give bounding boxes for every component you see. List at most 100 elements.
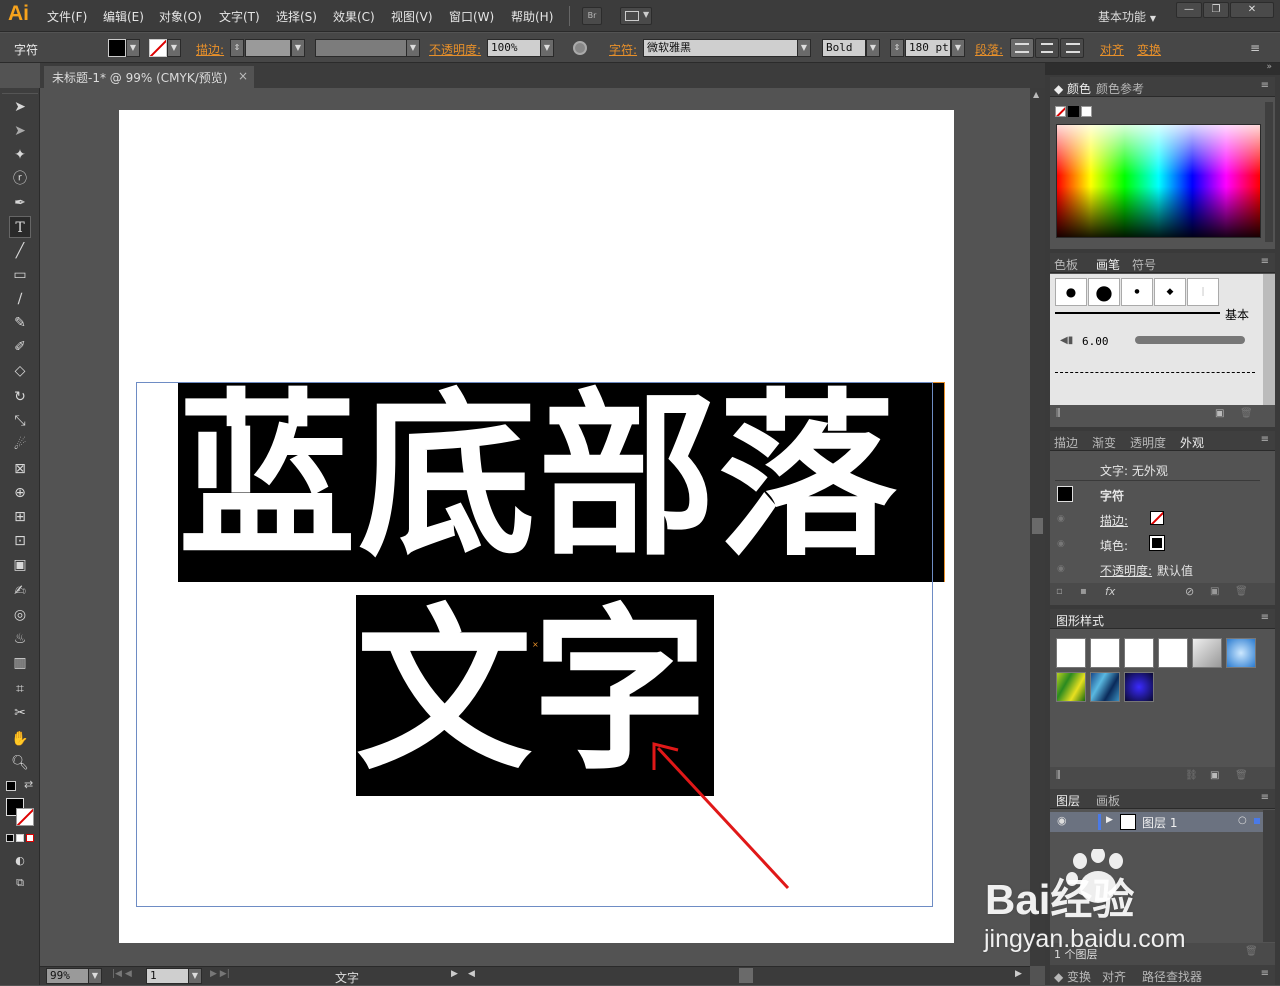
type-tool-icon[interactable]: T <box>9 216 31 238</box>
menu-window[interactable]: 窗口(W) <box>449 8 494 25</box>
close-tab-icon[interactable]: × <box>238 69 248 83</box>
panel-menu-icon[interactable]: ≡ <box>1261 968 1269 979</box>
workspace-switcher[interactable]: 基本功能 ▼ <box>1098 8 1156 25</box>
menu-type[interactable]: 文字(T) <box>219 8 260 25</box>
stroke-weight-stepper[interactable]: ⇕ <box>230 39 244 57</box>
lasso-tool-icon[interactable]: ⓡ <box>9 168 31 190</box>
expand-layer-icon[interactable]: ▶ <box>1106 815 1113 825</box>
tab-layers[interactable]: 图层 <box>1056 792 1080 809</box>
artwork-text-line1[interactable]: 蓝底部落 <box>178 377 898 577</box>
menu-select[interactable]: 选择(S) <box>276 8 317 25</box>
brush-hairline[interactable]: | <box>1187 278 1219 306</box>
break-link-icon[interactable]: ⛓ <box>1185 770 1198 781</box>
artboard-dropdown[interactable]: ▼ <box>188 968 202 984</box>
horizontal-scroll-thumb[interactable] <box>739 968 753 983</box>
zoom-level-input[interactable]: 99% <box>46 968 94 984</box>
fx-icon[interactable]: fx <box>1105 585 1115 598</box>
style-blue-marble[interactable] <box>1090 672 1120 702</box>
vertical-scroll-thumb[interactable] <box>1032 518 1043 534</box>
clear-appearance-icon[interactable]: ⊘ <box>1185 585 1194 598</box>
scroll-left-icon[interactable]: ◀ <box>468 969 475 979</box>
pencil-tool-icon[interactable]: ✎ <box>9 312 31 334</box>
zoom-tool-icon[interactable]: 🔍︎ <box>9 752 31 774</box>
white-swatch[interactable] <box>1081 106 1092 117</box>
font-size-dropdown[interactable]: ▼ <box>951 39 965 57</box>
color-spectrum[interactable] <box>1056 124 1261 238</box>
restore-button[interactable]: ❐ <box>1203 2 1229 18</box>
menu-view[interactable]: 视图(V) <box>391 8 433 25</box>
font-size-stepper[interactable]: ⇕ <box>890 39 904 57</box>
stroke-swatch[interactable] <box>149 39 167 57</box>
perspective-grid-tool-icon[interactable]: ⊞ <box>9 506 31 528</box>
style-dark-glow[interactable] <box>1124 672 1154 702</box>
appearance-stroke-swatch[interactable] <box>1150 511 1164 525</box>
tab-swatches[interactable]: 色板 <box>1054 256 1078 273</box>
fill-dropdown[interactable]: ▼ <box>126 39 140 57</box>
style-blue-bevel[interactable] <box>1226 638 1256 668</box>
brush-calligraphic[interactable]: ◆ <box>1154 278 1186 306</box>
arrange-documents-button[interactable]: ▼ <box>620 7 652 25</box>
visibility-eye-icon[interactable]: ◉ <box>1057 564 1065 574</box>
tab-stroke[interactable]: 描边 <box>1054 434 1078 451</box>
style-libraries-icon[interactable]: ⫼ <box>1056 770 1061 781</box>
slice-tool-icon[interactable]: ✂ <box>9 702 31 724</box>
first-artboard-icon[interactable]: |◀ ◀ <box>112 969 132 979</box>
align-right-button[interactable] <box>1060 38 1084 58</box>
layer-name[interactable]: 图层 1 <box>1142 814 1177 831</box>
black-swatch[interactable] <box>1068 106 1079 117</box>
font-size-input[interactable]: 180 pt <box>905 39 951 57</box>
eyedropper-tool-icon[interactable]: ✍ <box>9 580 31 602</box>
brushes-scrollbar[interactable] <box>1263 274 1275 405</box>
tab-color-guide[interactable]: 颜色参考 <box>1096 80 1144 97</box>
scale-tool-icon[interactable]: ⤡ <box>9 410 31 432</box>
new-style-icon[interactable]: ▣ <box>1210 770 1219 781</box>
free-transform-tool-icon[interactable]: ⊠ <box>9 458 31 480</box>
menu-object[interactable]: 对象(O) <box>159 8 202 25</box>
menu-file[interactable]: 文件(F) <box>47 8 87 25</box>
eraser-tool-icon[interactable]: ◇ <box>9 360 31 382</box>
brush-dot-tiny[interactable]: ● <box>1121 278 1153 306</box>
font-family-dropdown[interactable]: ▼ <box>797 39 811 57</box>
gradient-tool-icon[interactable]: ▣ <box>9 554 31 576</box>
style-shadow[interactable] <box>1192 638 1222 668</box>
font-style-dropdown[interactable]: ▼ <box>866 39 880 57</box>
basic-brush-stroke[interactable] <box>1055 312 1220 314</box>
stroke-color-box[interactable] <box>16 808 34 826</box>
default-colors-icon[interactable] <box>6 781 16 791</box>
tab-pathfinder[interactable]: 路径查找器 <box>1142 968 1202 985</box>
fill-swatch[interactable] <box>108 39 126 57</box>
panel-menu-icon[interactable]: ≡ <box>1261 434 1269 445</box>
collapse-dock-icon[interactable]: » <box>1266 62 1272 72</box>
tab-graphic-styles[interactable]: 图形样式 <box>1056 612 1104 629</box>
rectangle-tool-icon[interactable]: ▭ <box>9 264 31 286</box>
recolor-artwork-icon[interactable] <box>573 41 587 55</box>
tab-gradient[interactable]: 渐变 <box>1092 434 1116 451</box>
close-window-button[interactable]: ✕ <box>1230 2 1274 18</box>
gradient-mode-icon[interactable] <box>16 834 24 842</box>
tab-transform[interactable]: ◆ 变换 <box>1054 968 1091 985</box>
align-link[interactable]: 对齐 <box>1100 41 1124 58</box>
swap-colors-icon[interactable]: ⇄ <box>24 778 33 791</box>
layer-row[interactable]: ◉ ▶ 图层 1 ○ <box>1050 812 1263 832</box>
warp-tool-icon[interactable]: ☄ <box>9 434 31 456</box>
character-label[interactable]: 字符: <box>609 41 637 58</box>
menu-help[interactable]: 帮助(H) <box>511 8 553 25</box>
scroll-right-icon[interactable]: ▶ <box>1015 969 1022 979</box>
style-none[interactable] <box>1090 638 1120 668</box>
minimize-button[interactable]: — <box>1176 2 1202 18</box>
screen-mode-icon[interactable]: ⧉ <box>9 872 31 894</box>
tab-brushes[interactable]: 画笔 <box>1096 256 1120 273</box>
brush-dot-small[interactable]: ● <box>1055 278 1087 306</box>
delete-item-icon[interactable]: 🗑︎ <box>1235 586 1248 597</box>
opacity-label[interactable]: 不透明度: <box>429 41 481 58</box>
add-fill-icon[interactable]: ▪ <box>1080 586 1087 597</box>
font-family-input[interactable]: 微软雅黑 <box>643 39 798 57</box>
zoom-dropdown[interactable]: ▼ <box>88 968 102 984</box>
variable-width-dropdown[interactable]: ▼ <box>406 39 420 57</box>
target-circle-icon[interactable]: ○ <box>1238 815 1247 826</box>
line-tool-icon[interactable]: ╱ <box>9 240 31 262</box>
magic-wand-tool-icon[interactable]: ✦ <box>9 144 31 166</box>
none-mode-icon[interactable] <box>26 834 34 842</box>
variable-width-profile[interactable] <box>315 39 407 57</box>
status-menu-icon[interactable]: ▶ <box>451 969 458 979</box>
